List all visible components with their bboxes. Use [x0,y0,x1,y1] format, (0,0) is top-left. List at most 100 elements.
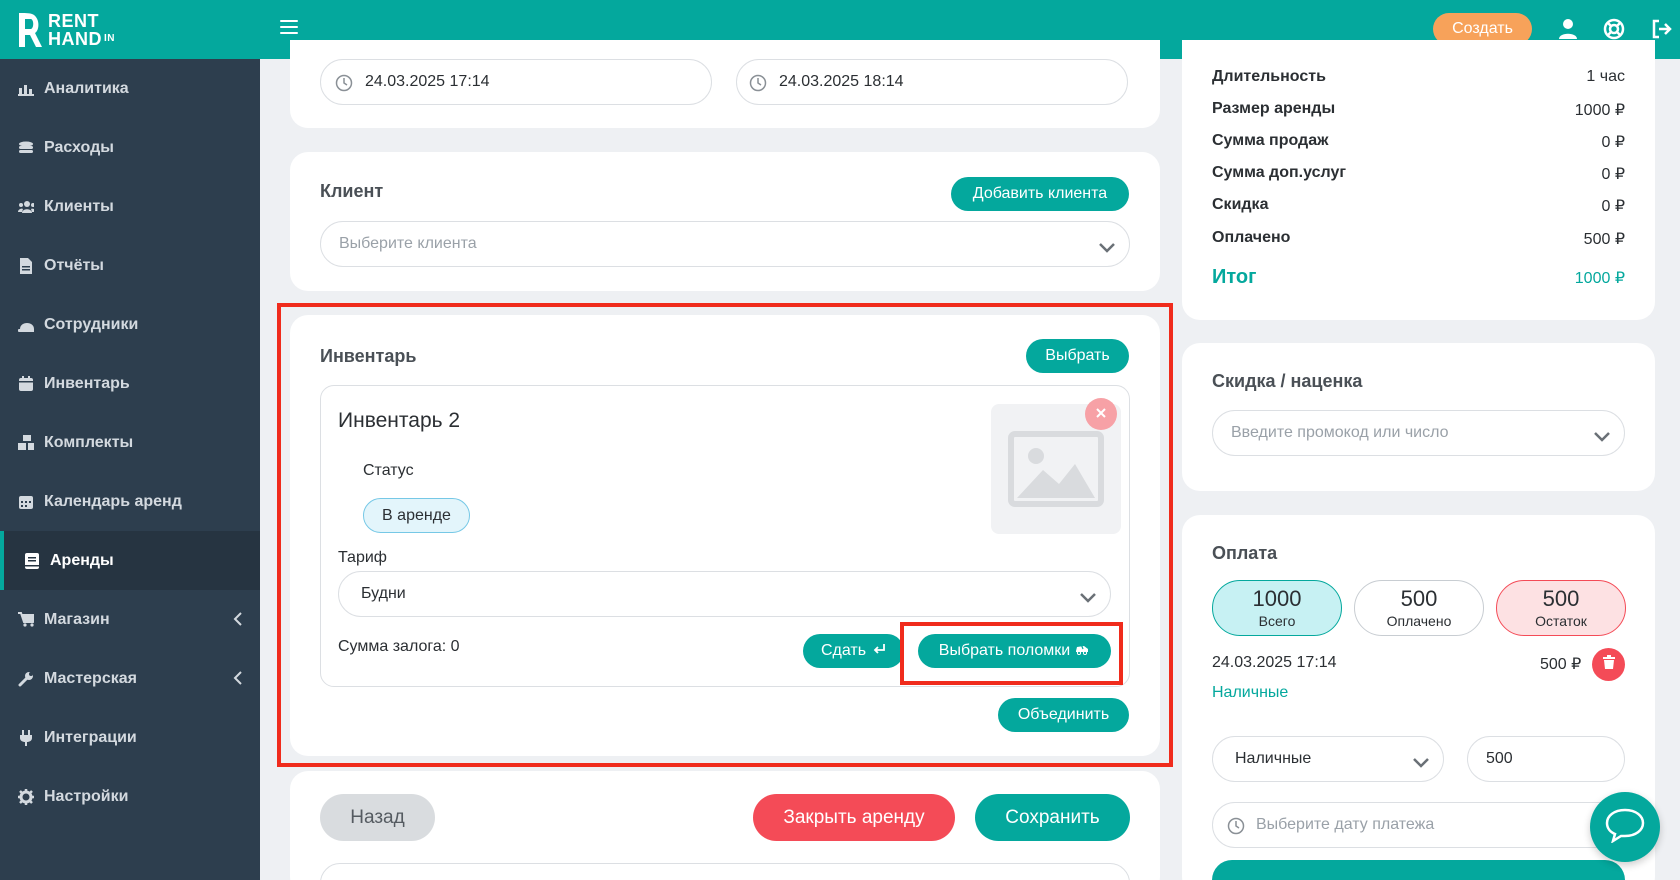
sidebar-item-inventory[interactable]: Инвентарь [0,354,260,413]
summary-row-rent-size: Размер аренды 1000 ₽ [1212,100,1625,120]
sidebar-item-label: Календарь аренд [44,492,182,510]
sidebar-item-kits[interactable]: Комплекты [0,413,260,472]
end-date-field[interactable]: 24.03.2025 18:14 [736,59,1128,105]
total-value: 1000 ₽ [1574,269,1625,287]
total-label: Итог [1212,266,1257,288]
payment-rest-label: Остаток [1535,613,1587,629]
clock-icon [749,74,767,97]
tariff-select[interactable]: Будни [338,571,1111,617]
sidebar-item-reports[interactable]: Отчёты [0,236,260,295]
payment-rest-bubble: 500 Остаток [1496,580,1626,636]
sidebar-item-label: Магазин [44,610,110,628]
file-icon [18,257,34,274]
sidebar-item-analytics[interactable]: Аналитика [0,59,260,118]
start-date-field[interactable]: 24.03.2025 17:14 [320,59,712,105]
return-button[interactable]: Сдать [803,634,904,668]
logout-icon[interactable] [1650,18,1672,40]
clock-icon [335,74,353,97]
sidebar-item-shop[interactable]: Магазин [0,590,260,649]
sidebar-item-clients[interactable]: Клиенты [0,177,260,236]
start-date-value: 24.03.2025 17:14 [365,73,490,90]
gear-icon [18,788,34,805]
client-card: Клиент Добавить клиента Выберите клиента [290,152,1160,291]
remove-item-button[interactable] [1085,398,1117,430]
add-client-button[interactable]: Добавить клиента [951,177,1129,211]
sidebar-item-label: Интеграции [44,728,137,746]
client-select-placeholder: Выберите клиента [339,235,477,252]
payment-amount-input[interactable]: 500 [1467,736,1625,782]
hardhat-icon [18,317,34,333]
coins-icon [18,140,34,156]
client-title: Клиент [320,181,384,201]
next-field[interactable] [320,863,1130,880]
logo-line2: HAND [48,29,102,49]
wrench-icon [18,671,34,687]
actions-card: Назад Закрыть аренду Сохранить [290,771,1160,880]
payment-date-placeholder: Выберите дату платежа [1256,816,1435,833]
summary-row-sales: Сумма продаж 0 ₽ [1212,132,1625,152]
sidebar-item-rentals[interactable]: Аренды [0,531,260,590]
payment-entry-amount: 500 ₽ [1540,656,1582,673]
help-lifebuoy-icon[interactable] [1603,18,1625,40]
status-label: Статус [363,462,414,479]
summary-row-discount: Скидка 0 ₽ [1212,196,1625,216]
sidebar-item-label: Клиенты [44,197,114,215]
payment-title: Оплата [1212,543,1278,563]
sidebar-item-settings[interactable]: Настройки [0,767,260,826]
trash-icon [1602,655,1615,674]
close-rent-button[interactable]: Закрыть аренду [753,794,955,841]
promo-placeholder: Введите промокод или число [1231,424,1449,441]
payment-method-select[interactable]: Наличные [1212,736,1444,782]
sidebar-item-expenses[interactable]: Расходы [0,118,260,177]
payment-amount-value: 500 [1486,750,1513,767]
user-icon[interactable] [1557,18,1579,40]
client-select[interactable]: Выберите клиента [320,221,1130,267]
summary-value: 500 ₽ [1583,231,1625,248]
payment-total-label: Всего [1258,613,1296,629]
sidebar-item-employees[interactable]: Сотрудники [0,295,260,354]
payment-paid-bubble: 500 Оплачено [1354,580,1484,636]
payment-total-value: 1000 [1252,586,1302,611]
cart-icon [18,612,34,628]
summary-row-extra-services: Сумма доп.услуг 0 ₽ [1212,164,1625,184]
save-button[interactable]: Сохранить [975,794,1130,841]
status-badge[interactable]: В аренде [363,498,470,533]
chat-button[interactable] [1590,792,1660,862]
summary-key: Оплачено [1212,229,1291,246]
chevron-down-icon [1099,240,1115,253]
chevron-down-icon [1594,429,1610,442]
summary-row-duration: Длительность 1 час [1212,68,1625,86]
logo-sup: IN [104,33,115,44]
back-button[interactable]: Назад [320,794,435,841]
payment-entry-method[interactable]: Наличные [1212,684,1288,702]
summary-value: 1 час [1586,68,1625,85]
summary-key: Сумма доп.услуг [1212,164,1346,181]
chart-icon [18,81,34,97]
delete-payment-button[interactable] [1592,648,1625,681]
inventory-card: Инвентарь Выбрать Инвентарь 2 Статус В а… [290,315,1160,756]
inventory-item-name: Инвентарь 2 [338,409,461,432]
add-payment-button[interactable] [1212,860,1625,880]
payment-date-input[interactable]: Выберите дату платежа [1212,802,1625,848]
menu-toggle-icon[interactable] [280,20,298,36]
logo[interactable]: RENT HAND IN [16,10,115,50]
sidebar-item-label: Настройки [44,787,129,805]
end-date-value: 24.03.2025 18:14 [779,73,904,90]
discount-title: Скидка / наценка [1212,371,1363,391]
sidebar-item-workshop[interactable]: Мастерская [0,649,260,708]
summary-value: 0 ₽ [1601,166,1625,183]
merge-button[interactable]: Объединить [998,698,1129,732]
sidebar-item-rent-calendar[interactable]: Календарь аренд [0,472,260,531]
tariff-label: Тариф [338,549,387,566]
sidebar-item-integrations[interactable]: Интеграции [0,708,260,767]
choose-inventory-button[interactable]: Выбрать [1026,339,1129,373]
close-icon [1096,405,1106,423]
deposit-amount: Сумма залога: 0 [338,638,460,655]
sidebar-item-label: Инвентарь [44,374,130,392]
chevron-down-icon [1413,755,1429,768]
summary-row-paid: Оплачено 500 ₽ [1212,229,1625,249]
clock-icon [1227,817,1245,840]
sidebar-item-label: Расходы [44,138,114,156]
chat-icon [1605,807,1645,848]
promo-input[interactable]: Введите промокод или число [1212,410,1625,456]
